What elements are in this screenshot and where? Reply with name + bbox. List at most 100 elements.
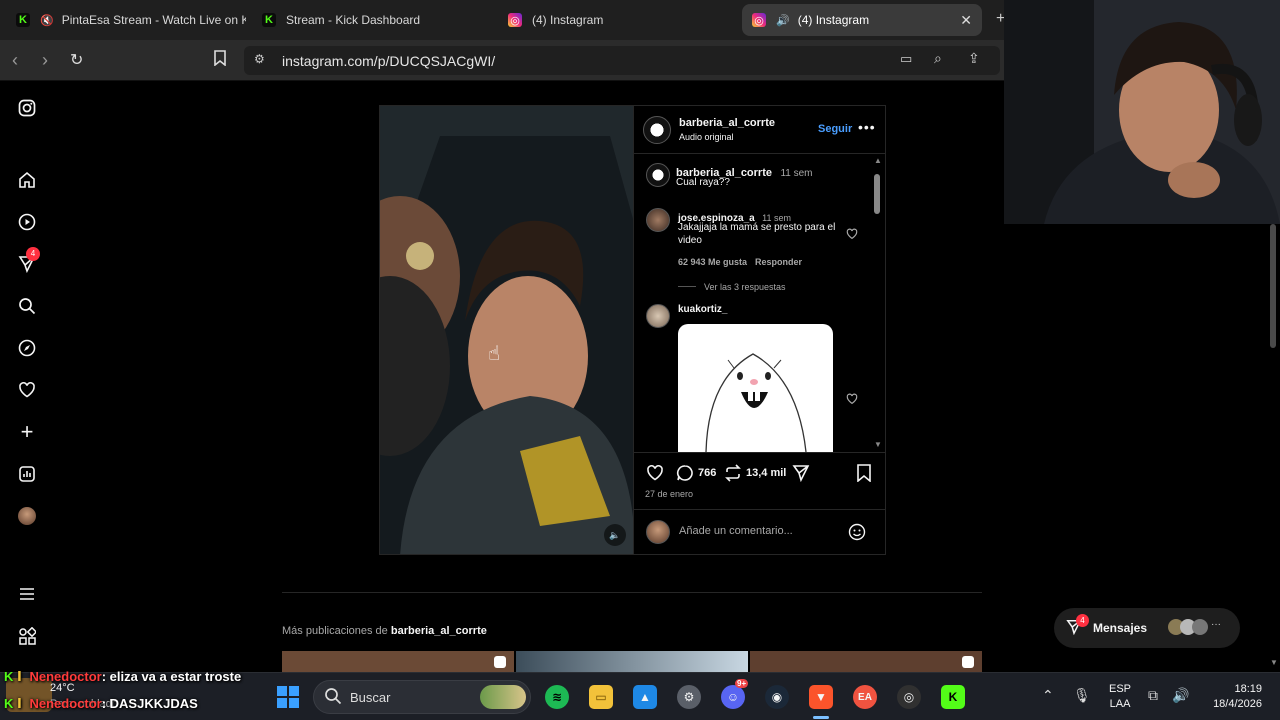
comment-icon[interactable] bbox=[676, 464, 694, 487]
share-icon[interactable]: ⇪ bbox=[968, 50, 980, 67]
instagram-logo-icon[interactable] bbox=[16, 97, 38, 119]
comment-like-icon[interactable] bbox=[846, 227, 858, 245]
emoji-icon[interactable] bbox=[848, 523, 866, 546]
zoom-icon[interactable]: ⌕ bbox=[934, 50, 942, 67]
comment-username[interactable]: kuakortiz_ bbox=[678, 304, 727, 315]
address-bar-row: ‹ › ↻ ⚙ instagram.com/p/DUCQSJACgWI/ ▭ ⌕… bbox=[0, 40, 1004, 81]
view-replies-link[interactable]: Ver las 3 respuestas bbox=[704, 282, 786, 292]
close-tab-icon[interactable]: ✕ bbox=[960, 12, 972, 29]
speaker-muted-icon[interactable]: 🔇 bbox=[40, 14, 54, 27]
speaker-icon[interactable]: 🔊 bbox=[776, 14, 790, 27]
author-avatar[interactable] bbox=[643, 116, 671, 144]
reel-icon bbox=[962, 656, 974, 668]
tab-instagram-active[interactable]: ◎ 🔊 (4) Instagram ✕ bbox=[742, 4, 982, 36]
search-placeholder: Buscar bbox=[350, 690, 391, 705]
comment-avatar[interactable] bbox=[646, 208, 670, 232]
direct-messages-icon[interactable]: 4 bbox=[16, 247, 40, 275]
more-post-thumbnail[interactable] bbox=[516, 651, 748, 672]
volume-icon[interactable]: 🔊 bbox=[1172, 687, 1189, 704]
more-icon: ··· bbox=[1211, 619, 1221, 630]
comments-scrollbar[interactable]: ▲ ▼ bbox=[872, 156, 882, 452]
comment-count: 766 bbox=[698, 467, 717, 479]
comment-like-icon[interactable] bbox=[846, 392, 858, 410]
caption-avatar[interactable] bbox=[646, 163, 670, 187]
site-settings-icon[interactable]: ⚙ bbox=[254, 52, 265, 66]
taskbar-search-box[interactable]: Buscar bbox=[313, 680, 531, 714]
follow-button[interactable]: Seguir bbox=[818, 123, 852, 135]
more-post-thumbnail[interactable] bbox=[750, 651, 982, 672]
more-posts-heading: Más publicaciones de barberia_al_corrte bbox=[282, 625, 487, 637]
home-icon[interactable] bbox=[16, 169, 38, 191]
clock-date: 18/4/2026 bbox=[1213, 698, 1262, 710]
settings-icon[interactable]: ⚙ bbox=[677, 685, 701, 709]
create-icon[interactable]: + bbox=[16, 419, 38, 444]
instagram-icon: ◎ bbox=[508, 13, 522, 27]
search-icon bbox=[324, 687, 342, 710]
page-scrollbar-thumb[interactable] bbox=[1270, 224, 1276, 348]
tab-kick-dashboard[interactable]: K Stream - Kick Dashboard bbox=[252, 4, 492, 36]
discord-icon[interactable]: ☺ 9+ bbox=[721, 679, 749, 709]
reply-button[interactable]: Responder bbox=[755, 257, 802, 267]
clock-time: 18:19 bbox=[1234, 683, 1262, 695]
more-posts-user[interactable]: barberia_al_corrte bbox=[391, 625, 487, 637]
comment-avatar[interactable] bbox=[646, 304, 670, 328]
reload-icon[interactable]: ↻ bbox=[70, 50, 83, 70]
cast-icon[interactable]: ▭ bbox=[900, 51, 912, 67]
webcam-person-illustration bbox=[1004, 0, 1280, 224]
messages-button[interactable]: 4 Mensajes ··· bbox=[1054, 608, 1240, 648]
like-icon[interactable] bbox=[646, 464, 664, 487]
comment-sticker-image[interactable] bbox=[678, 324, 833, 452]
explore-icon[interactable] bbox=[16, 337, 38, 359]
network-icon[interactable]: ⧉ bbox=[1148, 687, 1158, 704]
clock[interactable]: 18:19 18/4/2026 bbox=[1204, 683, 1262, 710]
post-video[interactable]: 🔈 bbox=[379, 105, 634, 555]
more-menu-icon[interactable] bbox=[16, 583, 38, 605]
photos-icon[interactable]: ▲ bbox=[633, 685, 657, 709]
reels-icon[interactable] bbox=[16, 211, 38, 233]
messages-label: Mensajes bbox=[1093, 621, 1148, 635]
chevron-up-icon[interactable]: ⌃ bbox=[1042, 687, 1054, 704]
comment-like-count[interactable]: 62 943 Me gusta bbox=[678, 257, 747, 267]
repost-icon[interactable] bbox=[724, 464, 742, 487]
tab-pintaesa-stream[interactable]: K 🔇 PintaEsa Stream - Watch Live on K bbox=[6, 4, 246, 36]
chat-text: : eliza va a estar troste bbox=[101, 669, 242, 684]
dashboard-icon[interactable] bbox=[16, 463, 38, 485]
share-icon[interactable] bbox=[792, 464, 810, 487]
save-icon[interactable] bbox=[856, 464, 872, 487]
audio-label[interactable]: Audio original bbox=[679, 132, 734, 142]
browser-tab-bar: K 🔇 PintaEsa Stream - Watch Live on K K … bbox=[0, 0, 1005, 40]
spotify-icon[interactable]: ≋ bbox=[545, 685, 569, 709]
profile-avatar[interactable] bbox=[16, 505, 38, 527]
more-options-icon[interactable]: ••• bbox=[858, 119, 876, 135]
forward-icon[interactable]: › bbox=[42, 50, 48, 71]
video-frame-illustration bbox=[380, 106, 633, 554]
instagram-icon: ◎ bbox=[752, 13, 766, 27]
more-post-thumbnail[interactable] bbox=[282, 651, 514, 672]
windows-start-icon[interactable] bbox=[276, 685, 300, 714]
back-icon[interactable]: ‹ bbox=[12, 50, 18, 71]
author-username[interactable]: barberia_al_corrte bbox=[679, 117, 775, 129]
obs-icon[interactable]: ◎ bbox=[897, 685, 921, 709]
tab-label: Stream - Kick Dashboard bbox=[286, 13, 421, 27]
search-icon[interactable] bbox=[16, 295, 38, 317]
repost-count: 13,4 mil bbox=[746, 467, 787, 479]
heart-icon[interactable] bbox=[16, 379, 38, 401]
comment-box-divider bbox=[634, 509, 886, 510]
bookmark-icon[interactable] bbox=[213, 50, 227, 71]
section-divider bbox=[282, 592, 982, 593]
file-explorer-icon[interactable]: ▭ bbox=[589, 685, 613, 709]
microphone-icon[interactable]: 🎙 bbox=[1073, 687, 1091, 704]
kick-app-icon[interactable]: K bbox=[941, 685, 965, 709]
tab-instagram-1[interactable]: ◎ (4) Instagram bbox=[498, 4, 738, 36]
scroll-down-icon[interactable]: ▼ bbox=[1270, 658, 1278, 667]
steam-icon[interactable]: ◉ bbox=[765, 685, 789, 709]
apps-icon[interactable] bbox=[16, 625, 38, 647]
url-field[interactable]: ⚙ instagram.com/p/DUCQSJACgWI/ ▭ ⌕ ⇪ bbox=[244, 46, 1000, 75]
brave-browser-icon[interactable]: ▼ bbox=[809, 685, 833, 709]
ea-app-icon[interactable]: EA bbox=[853, 685, 877, 709]
add-comment-input[interactable]: Añade un comentario... bbox=[679, 525, 793, 537]
search-highlight-image bbox=[480, 685, 526, 709]
tab-label: (4) Instagram bbox=[532, 13, 604, 27]
language-indicator[interactable]: ESP LAA bbox=[1109, 683, 1131, 710]
volume-icon[interactable]: 🔈 bbox=[604, 524, 626, 546]
